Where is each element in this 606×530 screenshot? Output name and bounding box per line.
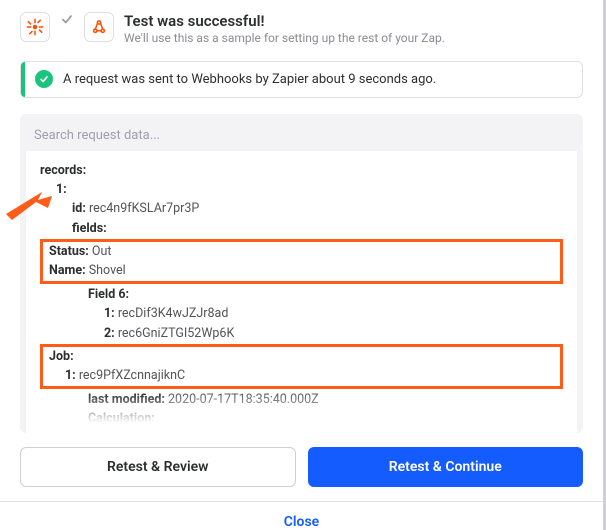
data-panel: records: 1: id: rec4n9fKSLAr7pr3P fields… <box>20 114 583 433</box>
field6-1-key: 1: <box>104 306 115 321</box>
highlight-box-job: Job: 1: rec9PfXZcnnajiknC <box>40 344 563 389</box>
zapier-icon <box>20 12 50 42</box>
chevron-icon <box>60 12 74 26</box>
data-tree: records: 1: id: rec4n9fKSLAr7pr3P fields… <box>26 151 577 433</box>
status-key: Status: <box>49 244 89 259</box>
modal: Test was successful! We'll use this as a… <box>0 0 606 530</box>
record-index: 1: <box>56 182 67 197</box>
status-value: Out <box>92 244 112 259</box>
name-key: Name: <box>49 263 86 278</box>
lastmod-key: last modified: <box>88 392 165 407</box>
job-1-key: 1: <box>65 368 76 383</box>
lastmod-value: 2020-07-17T18:35:40.000Z <box>168 392 319 407</box>
highlight-box-status-name: Status: Out Name: Shovel <box>40 239 563 284</box>
name-value: Shovel <box>89 263 126 278</box>
field6-1-value: recDif3K4wJZJr8ad <box>118 306 229 321</box>
test-subtitle: We'll use this as a sample for setting u… <box>124 31 445 47</box>
records-key: records: <box>40 163 86 178</box>
retest-review-button[interactable]: Retest & Review <box>20 447 296 487</box>
success-check-icon <box>35 70 53 88</box>
status-banner: A request was sent to Webhooks by Zapier… <box>20 61 583 98</box>
retest-continue-button[interactable]: Retest & Continue <box>308 447 584 487</box>
test-header: Test was successful! We'll use this as a… <box>20 12 583 47</box>
field6-2-key: 2: <box>104 326 115 341</box>
job-key: Job: <box>49 349 74 364</box>
job-1-value: rec9PfXZcnnajiknC <box>79 368 185 383</box>
action-row: Retest & Review Retest & Continue <box>20 433 583 501</box>
banner-text: A request was sent to Webhooks by Zapier… <box>63 72 436 87</box>
field6-2-value: rec6GniZTGI52Wp6K <box>118 326 235 341</box>
close-button[interactable]: Close <box>0 501 603 530</box>
webhooks-icon <box>84 12 114 42</box>
search-input[interactable] <box>26 120 577 151</box>
calc-key: Calculation: <box>88 411 155 426</box>
fields-key: fields: <box>72 221 107 236</box>
id-value: rec4n9fKSLAr7pr3P <box>89 201 199 216</box>
field6-key: Field 6: <box>88 287 129 302</box>
test-title: Test was successful! <box>124 12 445 30</box>
id-key: id: <box>72 201 86 216</box>
calc-err-key: error: <box>104 430 135 432</box>
calc-err-value: #ERROR! <box>138 430 188 432</box>
